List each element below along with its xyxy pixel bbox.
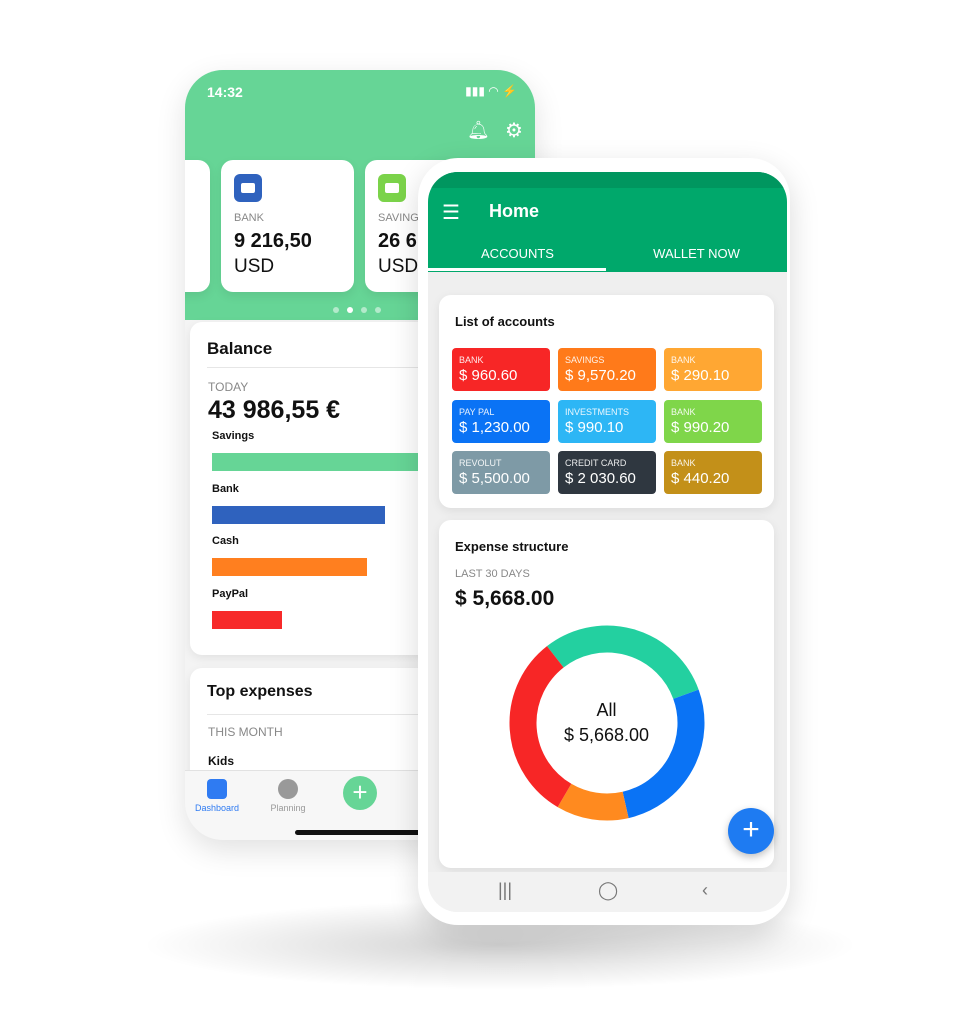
recents-icon[interactable]: |||: [498, 880, 512, 901]
account-tile[interactable]: CREDIT CARD $ 2 030.60: [558, 451, 656, 494]
balance-bar: [212, 610, 283, 629]
account-tile[interactable]: SAVINGS $ 9,570.20: [558, 348, 656, 391]
donut-segment[interactable]: [557, 783, 629, 821]
accounts-card: List of accounts BANK $ 960.60 SAVINGS $ 9,…: [439, 295, 774, 508]
home-icon[interactable]: ◯: [598, 880, 618, 901]
bar-label: PayPal: [212, 587, 249, 600]
wallet-icon: [378, 174, 406, 202]
card-currency: USD: [378, 256, 419, 277]
account-card-prev[interactable]: [185, 160, 210, 292]
add-button[interactable]: +: [343, 776, 377, 810]
status-icons: ▮▮▮ ◠ ⚡: [465, 84, 517, 98]
card-amount: 9 216,50: [234, 230, 312, 252]
account-tile[interactable]: REVOLUT $ 5,500.00: [452, 451, 550, 494]
account-tile[interactable]: BANK $ 990.20: [664, 399, 762, 443]
page-dots[interactable]: [333, 307, 381, 313]
period-label: LAST 30 DAYS: [455, 568, 530, 580]
dashboard-icon: [207, 779, 227, 799]
wallet-icon: [234, 174, 262, 202]
back-icon[interactable]: ‹: [702, 880, 708, 901]
expense-title: Expense structure: [455, 539, 569, 554]
expense-card: Expense structure LAST 30 DAYS $ 5,668.0…: [439, 520, 774, 868]
tab-wallet-now[interactable]: WALLET NOW: [607, 246, 786, 261]
period-label: THIS MONTH: [208, 725, 283, 739]
card-label: BANK: [234, 212, 264, 224]
card-amount: 26 6: [378, 230, 417, 252]
donut-center-value: $ 5,668.00: [563, 725, 650, 745]
account-tile[interactable]: BANK $ 960.60: [452, 348, 550, 391]
donut-segment[interactable]: [546, 625, 699, 700]
page-title: Home: [489, 201, 540, 221]
donut-center-label: All: [596, 700, 617, 720]
accounts-title: List of accounts: [455, 314, 555, 329]
home-indicator: [295, 830, 425, 835]
account-tile[interactable]: BANK $ 440.20: [664, 451, 762, 494]
bar-label: Bank: [212, 482, 239, 495]
bar-label: Cash: [212, 535, 239, 547]
bell-icon[interactable]: 🔔︎: [467, 120, 490, 141]
balance-title: Balance: [207, 339, 273, 358]
donut-chart[interactable]: [509, 625, 705, 821]
balance-bar: [212, 453, 418, 471]
clock-icon: [278, 779, 298, 799]
tab-planning[interactable]: Planning: [253, 779, 323, 813]
hamburger-icon[interactable]: ☰: [442, 200, 460, 225]
expense-item[interactable]: Kids: [208, 754, 234, 768]
add-fab[interactable]: +: [728, 808, 774, 854]
today-label: TODAY: [208, 380, 249, 394]
tab-indicator: [428, 268, 606, 271]
android-nav-bar: ||| ◯ ‹: [428, 872, 787, 912]
account-tile[interactable]: INVESTMENTS $ 990.10: [558, 399, 656, 443]
balance-bar: [212, 505, 386, 524]
gear-icon[interactable]: ⚙: [505, 118, 523, 143]
account-tile[interactable]: PAY PAL $ 1,230.00: [452, 399, 550, 443]
account-card-bank[interactable]: BANK 9 216,50 USD: [221, 160, 354, 292]
balance-total: 43 986,55 €: [208, 396, 341, 424]
expense-total: $ 5,668.00: [455, 587, 555, 610]
balance-bar: [212, 558, 367, 576]
account-tile[interactable]: BANK $ 290.10: [664, 348, 762, 391]
top-expenses-title: Top expenses: [207, 683, 313, 700]
tab-accounts[interactable]: ACCOUNTS: [428, 246, 607, 261]
card-currency: USD: [234, 256, 275, 277]
bar-label: Savings: [212, 430, 255, 442]
status-time: 14:32: [207, 84, 243, 100]
tab-dashboard[interactable]: Dashboard: [185, 779, 252, 813]
android-phone: ☰ Home ACCOUNTS WALLET NOW List of accou…: [418, 158, 790, 925]
